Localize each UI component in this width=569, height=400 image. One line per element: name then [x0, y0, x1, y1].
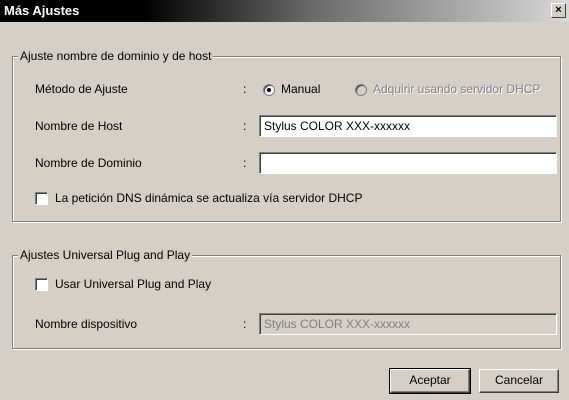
dhcp-radio-label[interactable]: Adquirir usando servidor DHCP [373, 82, 540, 96]
host-name-colon: : [243, 119, 247, 133]
manual-radio-label[interactable]: Manual [281, 82, 320, 96]
dns-host-group: Ajuste nombre de dominio y de host Métod… [12, 49, 561, 222]
window-title: Más Ajustes [4, 3, 80, 18]
device-name-colon: : [243, 317, 247, 331]
manual-radio[interactable] [263, 84, 275, 96]
host-name-label: Nombre de Host [35, 119, 123, 133]
dns-host-group-legend: Ajuste nombre de dominio y de host [18, 49, 214, 63]
use-upnp-label[interactable]: Usar Universal Plug and Play [55, 277, 211, 291]
method-colon: : [243, 82, 247, 96]
dhcp-radio[interactable] [355, 84, 367, 96]
device-name-input[interactable]: Stylus COLOR XXX-xxxxxx [259, 313, 557, 335]
use-upnp-checkbox[interactable] [35, 278, 48, 291]
dynamic-dns-checkbox[interactable] [35, 192, 48, 205]
upnp-group-legend: Ajustes Universal Plug and Play [18, 248, 193, 262]
dynamic-dns-label[interactable]: La petición DNS dinámica se actualiza ví… [55, 191, 362, 205]
close-button[interactable]: × [551, 3, 566, 18]
ok-button[interactable]: Aceptar [389, 368, 471, 394]
domain-name-label: Nombre de Dominio [35, 156, 142, 170]
domain-name-input[interactable] [259, 152, 557, 174]
upnp-group: Ajustes Universal Plug and Play Usar Uni… [12, 248, 561, 349]
method-label: Método de Ajuste [35, 82, 128, 96]
device-name-label: Nombre dispositivo [35, 317, 138, 331]
cancel-button[interactable]: Cancelar [479, 369, 559, 393]
domain-name-colon: : [243, 156, 247, 170]
close-icon: × [555, 4, 562, 16]
host-name-input[interactable]: Stylus COLOR XXX-xxxxxx [259, 115, 557, 137]
title-bar: Más Ajustes × [0, 0, 569, 22]
